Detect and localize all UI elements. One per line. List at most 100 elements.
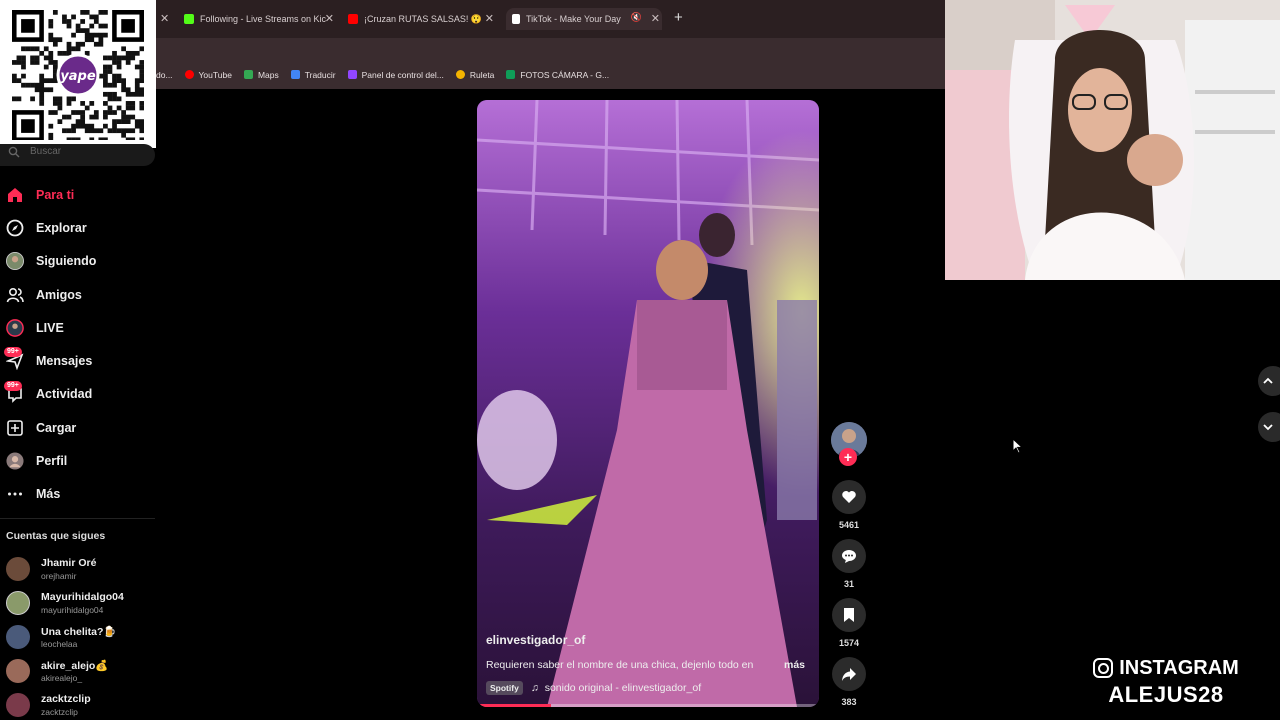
bookmark-youtube[interactable]: YouTube bbox=[184, 70, 232, 80]
heart-icon bbox=[842, 491, 856, 503]
avatar bbox=[6, 625, 30, 649]
sidebar-item-siguiendo[interactable]: Siguiendo bbox=[0, 245, 155, 278]
share-button[interactable] bbox=[832, 657, 866, 691]
search-input[interactable]: Buscar bbox=[0, 144, 155, 166]
mouse-cursor-icon bbox=[1012, 438, 1024, 454]
sidebar-item-amigos[interactable]: Amigos bbox=[0, 278, 155, 311]
close-tab-icon[interactable]: ✕ bbox=[160, 12, 169, 25]
following-avatar-icon bbox=[6, 252, 24, 271]
comment-count: 31 bbox=[843, 579, 854, 589]
instagram-handle: ALEJUS28 bbox=[1108, 682, 1224, 707]
more-caption-button[interactable]: más bbox=[784, 659, 805, 671]
upload-icon bbox=[6, 419, 24, 437]
home-icon bbox=[6, 186, 24, 204]
bookmark-roulette[interactable]: Ruleta bbox=[455, 70, 494, 80]
share-action: 383 bbox=[832, 657, 866, 707]
sidebar-item-perfil[interactable]: Perfil bbox=[0, 444, 155, 477]
sidebar-item-mas[interactable]: Más bbox=[0, 478, 155, 511]
bookmark-twitch[interactable]: Panel de control del... bbox=[347, 70, 444, 80]
qr-code-icon: yape bbox=[12, 10, 144, 140]
following-account[interactable]: akire_alejo💰 akirealejo_ bbox=[6, 655, 156, 689]
friends-icon bbox=[6, 286, 24, 304]
instagram-label: INSTAGRAM bbox=[1119, 657, 1239, 679]
share-count: 383 bbox=[841, 697, 857, 707]
address-bar[interactable] bbox=[156, 38, 945, 60]
tab-label: TikTok - Make Your Day bbox=[526, 14, 621, 24]
video-player[interactable]: elinvestigador_of Requieren saber el nom… bbox=[477, 100, 819, 707]
video-sound[interactable]: Spotify ♫ sonido original - elinvestigad… bbox=[486, 681, 701, 695]
following-account[interactable]: Una chelita?🍺 leochelaa bbox=[6, 621, 156, 655]
search-icon bbox=[8, 146, 20, 158]
sidebar-item-cargar[interactable]: Cargar bbox=[0, 411, 155, 444]
sidebar-item-live[interactable]: LIVE bbox=[0, 311, 155, 344]
video-caption: Requieren saber el nombre de una chica, … bbox=[486, 659, 754, 671]
avatar bbox=[6, 659, 30, 683]
tab-kick[interactable]: Following - Live Streams on Kic ✕ bbox=[184, 8, 334, 30]
bookmark-icon bbox=[844, 608, 854, 622]
translate-icon bbox=[290, 70, 300, 79]
comment-action: 31 bbox=[832, 539, 866, 589]
save-action: 1574 bbox=[832, 598, 866, 648]
video-progress-bar[interactable] bbox=[480, 704, 816, 707]
twitch-icon bbox=[347, 70, 357, 79]
maps-icon bbox=[243, 70, 253, 79]
share-icon bbox=[842, 668, 856, 681]
like-button[interactable] bbox=[832, 480, 866, 514]
sidebar-nav: Para ti Explorar Siguiendo Amigos LIVE 9… bbox=[0, 178, 155, 511]
following-account[interactable]: Jhamir Oré orejhamir bbox=[6, 553, 156, 587]
sidebar-item-actividad[interactable]: 99+ Actividad bbox=[0, 378, 155, 411]
yape-qr-code: yape bbox=[0, 0, 156, 148]
mute-icon[interactable]: 🔇 bbox=[631, 12, 642, 23]
kick-icon bbox=[184, 14, 194, 24]
close-tab-icon[interactable]: ✕ bbox=[325, 12, 334, 25]
tab-label: ¡Cruzan RUTAS SALSAS! 😲 bbox=[364, 13, 483, 24]
sidebar-item-para-ti[interactable]: Para ti bbox=[0, 178, 155, 211]
close-tab-icon[interactable]: ✕ bbox=[651, 12, 660, 25]
youtube-icon bbox=[348, 14, 358, 24]
like-action: 5461 bbox=[832, 480, 866, 530]
video-progress-fill bbox=[480, 704, 551, 707]
video-username[interactable]: elinvestigador_of bbox=[486, 633, 585, 647]
save-count: 1574 bbox=[838, 638, 860, 648]
drive-icon bbox=[506, 70, 516, 79]
instagram-overlay: INSTAGRAM ALEJUS28 bbox=[1086, 655, 1246, 709]
following-account[interactable]: zacktzclip zacktzclip bbox=[6, 689, 156, 720]
avatar bbox=[6, 591, 30, 615]
sidebar-item-mensajes[interactable]: 99+ Mensajes bbox=[0, 344, 155, 377]
avatar bbox=[6, 693, 30, 717]
search-placeholder: Buscar bbox=[30, 146, 62, 157]
tab-tiktok[interactable]: TikTok - Make Your Day 🔇 ✕ bbox=[506, 8, 662, 30]
compass-icon bbox=[6, 219, 24, 237]
previous-video-button[interactable] bbox=[1258, 366, 1280, 396]
following-account[interactable]: Mayurihidalgo04 mayurihidalgo04 bbox=[6, 587, 156, 621]
like-count: 5461 bbox=[838, 520, 860, 530]
svg-text:yape: yape bbox=[60, 69, 96, 84]
new-tab-icon[interactable]: + bbox=[674, 9, 683, 26]
bookmark-translate[interactable]: Traducir bbox=[290, 70, 336, 80]
profile-icon bbox=[6, 452, 24, 470]
bookmark-button[interactable] bbox=[832, 598, 866, 632]
webcam-feed bbox=[945, 0, 1280, 280]
sound-label: sonido original - elinvestigador_of bbox=[544, 682, 702, 694]
video-frame bbox=[477, 100, 819, 707]
tab-youtube[interactable]: ¡Cruzan RUTAS SALSAS! 😲 ✕ bbox=[348, 8, 494, 30]
following-section-title: Cuentas que sigues bbox=[6, 530, 106, 542]
follow-plus-button[interactable]: + bbox=[839, 448, 857, 466]
bookmark-item[interactable]: do... bbox=[156, 70, 173, 80]
youtube-icon bbox=[184, 70, 194, 79]
chevron-down-icon bbox=[1263, 424, 1273, 431]
browser-tab-bar: ✕ Following - Live Streams on Kic ✕ ¡Cru… bbox=[156, 0, 945, 38]
sidebar-item-explorar[interactable]: Explorar bbox=[0, 211, 155, 244]
notification-badge: 99+ bbox=[4, 380, 22, 391]
close-tab-icon[interactable]: ✕ bbox=[485, 12, 494, 25]
bookmarks-bar: do... YouTube Maps Traducir Panel de con… bbox=[156, 60, 945, 89]
bookmark-maps[interactable]: Maps bbox=[243, 70, 279, 80]
next-video-button[interactable] bbox=[1258, 412, 1280, 442]
tab-label: Following - Live Streams on Kic bbox=[200, 14, 327, 24]
spotify-tag[interactable]: Spotify bbox=[486, 681, 523, 695]
chevron-up-icon bbox=[1263, 377, 1273, 384]
comment-button[interactable] bbox=[832, 539, 866, 573]
roulette-icon bbox=[455, 70, 465, 79]
live-icon bbox=[6, 319, 24, 337]
bookmark-drive[interactable]: FOTOS CÁMARA - G... bbox=[506, 70, 609, 80]
